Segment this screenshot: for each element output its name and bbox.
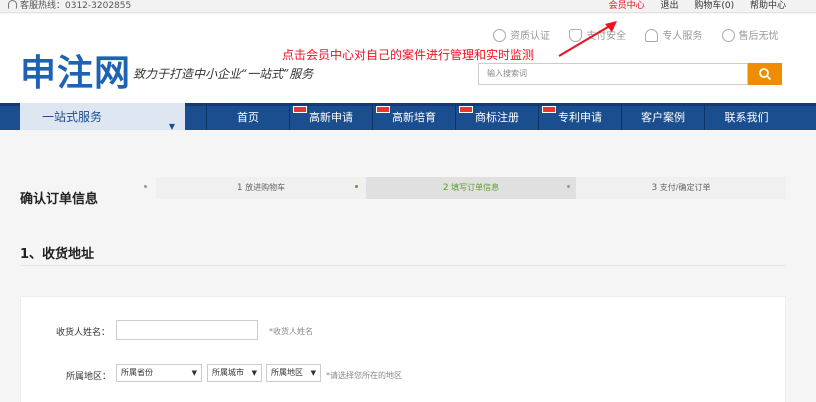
- checkout-steps: 1 放进购物车 2 填写订单信息 3 支付/确定订单: [144, 177, 786, 199]
- site-logo[interactable]: 申注网: [20, 44, 131, 96]
- main-nav: 一站式服务 ▼ 首页 高新申请 高新培育 商标注册 专利申请 客户案例 联系我们: [0, 103, 816, 131]
- step-3: 3 支付/确定订单: [651, 183, 711, 193]
- nav-item-hightech-apply[interactable]: 高新申请: [289, 103, 372, 130]
- site-slogan: 致力于打造中小企业“一站式”服务: [133, 67, 314, 81]
- hot-tag-icon: [542, 106, 556, 113]
- caret-down-icon: ▼: [191, 369, 197, 377]
- province-select[interactable]: 所属省份 ▼: [116, 364, 202, 382]
- receiver-name-label: 收货人姓名：: [56, 328, 111, 338]
- nav-item-home[interactable]: 首页: [206, 103, 289, 130]
- search-icon: [759, 68, 772, 81]
- top-links: 会员中心 退出 购物车(0) 帮助中心: [596, 0, 786, 13]
- cart-link[interactable]: 购物车(0): [694, 1, 734, 11]
- city-select[interactable]: 所属城市 ▼: [207, 364, 262, 382]
- hot-tag-icon: [376, 106, 390, 113]
- headset-icon: [8, 0, 17, 9]
- receiver-name-input[interactable]: [116, 320, 258, 340]
- section-title-address: 1、收货地址: [20, 247, 95, 262]
- region-hint: *请选择您所在的地区: [326, 371, 402, 380]
- badge-certified: 资质认证: [493, 27, 550, 42]
- nav-item-contact[interactable]: 联系我们: [704, 103, 788, 130]
- logout-link[interactable]: 退出: [660, 1, 678, 11]
- hot-tag-icon: [459, 106, 473, 113]
- address-form: 收货人姓名： *收货人姓名 所属地区： 所属省份 ▼ 所属城市 ▼ 所属地区 ▼ *请…: [20, 296, 786, 402]
- site-header: 申注网 致力于打造中小企业“一站式”服务 资质认证 支付安全 专人服务 售后无忧…: [0, 14, 816, 103]
- district-select[interactable]: 所属地区 ▼: [266, 364, 321, 382]
- badge-dedicated-service: 专人服务: [645, 27, 702, 42]
- search-input[interactable]: 输入搜索词: [478, 63, 748, 85]
- person-icon: [645, 29, 659, 42]
- nav-item-hightech-cultivate[interactable]: 高新培育: [372, 103, 455, 130]
- onestop-service-dropdown[interactable]: 一站式服务 ▼: [20, 103, 185, 131]
- page-title: 确认订单信息: [20, 192, 99, 207]
- caret-down-icon: ▼: [251, 369, 257, 377]
- member-center-link[interactable]: 会员中心: [609, 1, 645, 11]
- handshake-icon: [721, 29, 735, 42]
- badge-after-sales: 售后无忧: [721, 27, 779, 42]
- step-1: 1 放进购物车: [236, 183, 286, 193]
- hotline: 客服热线：0312-3202855: [8, 0, 131, 13]
- service-badges: 资质认证 支付安全 专人服务 售后无忧: [493, 27, 795, 42]
- step-2: 2 填写订单信息: [366, 177, 576, 199]
- annotation-arrow-icon: [558, 21, 617, 57]
- search-button[interactable]: [748, 63, 782, 85]
- main-content: 确认订单信息 1 放进购物车 2 填写订单信息 3 支付/确定订单 1、收货地址…: [0, 130, 816, 402]
- hotline-text: 客服热线：0312-3202855: [20, 1, 132, 11]
- annotation-text: 点击会员中心对自己的案件进行管理和实时监测: [282, 48, 535, 62]
- nav-item-patent[interactable]: 专利申请: [538, 103, 621, 130]
- step-dot: [567, 185, 570, 188]
- caret-down-icon: ▼: [310, 369, 316, 377]
- step-dot: [355, 185, 358, 188]
- nav-item-trademark[interactable]: 商标注册: [455, 103, 538, 130]
- hot-tag-icon: [293, 106, 307, 113]
- certificate-icon: [493, 29, 506, 42]
- help-center-link[interactable]: 帮助中心: [750, 1, 786, 11]
- nav-item-cases[interactable]: 客户案例: [621, 103, 704, 130]
- top-bar: 客服热线：0312-3202855 会员中心 退出 购物车(0) 帮助中心: [0, 0, 816, 13]
- region-label: 所属地区：: [66, 372, 112, 382]
- step-dot: [144, 185, 147, 188]
- divider: [20, 265, 786, 266]
- receiver-name-hint: *收货人姓名: [269, 327, 313, 336]
